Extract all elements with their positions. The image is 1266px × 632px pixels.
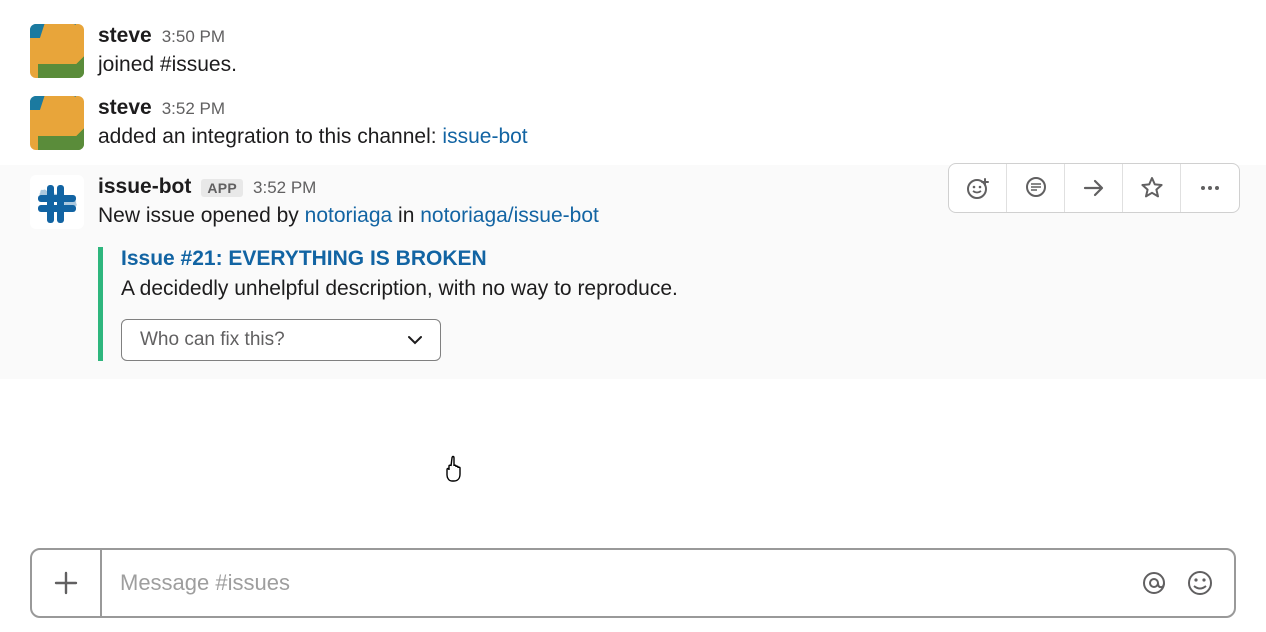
avatar[interactable] (30, 96, 84, 150)
text-segment: New issue opened by (98, 204, 305, 227)
at-icon (1140, 569, 1168, 597)
thread-icon (1024, 176, 1048, 200)
more-button[interactable] (1181, 164, 1239, 212)
bot-avatar-icon (30, 175, 84, 229)
message-body: steve 3:50 PM joined #issues. (98, 24, 1236, 80)
message: issue-bot APP 3:52 PM New issue opened b… (0, 165, 1266, 379)
message-time: 3:50 PM (162, 27, 225, 47)
user-link[interactable]: notoriaga (305, 204, 393, 227)
plus-icon (52, 569, 80, 597)
message-author[interactable]: steve (98, 96, 152, 120)
text-segment: . (231, 53, 237, 76)
select-label: Who can fix this? (140, 329, 285, 351)
cursor-pointer-icon (442, 455, 470, 485)
mention-button[interactable] (1140, 569, 1168, 597)
smile-icon (1186, 569, 1214, 597)
text-segment: added an integration to this channel: (98, 125, 442, 148)
message-composer (30, 548, 1236, 618)
emoji-add-icon (965, 175, 991, 201)
attachment: Issue #21: EVERYTHING IS BROKEN A decide… (98, 247, 1236, 361)
text-segment: joined (98, 53, 160, 76)
repo-link[interactable]: notoriaga/issue-bot (420, 204, 599, 227)
message-time: 3:52 PM (253, 178, 316, 198)
message-text: added an integration to this channel: is… (98, 122, 1236, 152)
composer-actions (1140, 550, 1234, 616)
message-actions (948, 163, 1240, 213)
avatar[interactable] (30, 175, 84, 229)
message-author[interactable]: steve (98, 24, 152, 48)
assignee-select[interactable]: Who can fix this? (121, 319, 441, 361)
more-icon (1197, 176, 1223, 200)
app-badge: APP (201, 179, 243, 197)
star-icon (1139, 175, 1165, 201)
message-text: joined #issues. (98, 50, 1236, 80)
message: steve 3:52 PM added an integration to th… (30, 92, 1236, 156)
message-list: steve 3:50 PM joined #issues. steve 3:52… (0, 0, 1266, 379)
thread-button[interactable] (1007, 164, 1065, 212)
attach-button[interactable] (32, 550, 102, 616)
emoji-button[interactable] (1186, 569, 1214, 597)
message-time: 3:52 PM (162, 99, 225, 119)
integration-link[interactable]: issue-bot (442, 125, 527, 148)
share-button[interactable] (1065, 164, 1123, 212)
react-button[interactable] (949, 164, 1007, 212)
avatar[interactable] (30, 24, 84, 78)
star-button[interactable] (1123, 164, 1181, 212)
text-segment: in (392, 204, 420, 227)
attachment-title[interactable]: Issue #21: EVERYTHING IS BROKEN (121, 247, 1236, 271)
chevron-down-icon (408, 332, 422, 348)
message-input[interactable] (102, 550, 1140, 616)
attachment-description: A decidedly unhelpful description, with … (121, 277, 1236, 301)
channel-name: #issues (160, 53, 231, 76)
share-arrow-icon (1081, 176, 1107, 200)
message-author[interactable]: issue-bot (98, 175, 191, 199)
message: steve 3:50 PM joined #issues. (30, 20, 1236, 84)
message-body: steve 3:52 PM added an integration to th… (98, 96, 1236, 152)
